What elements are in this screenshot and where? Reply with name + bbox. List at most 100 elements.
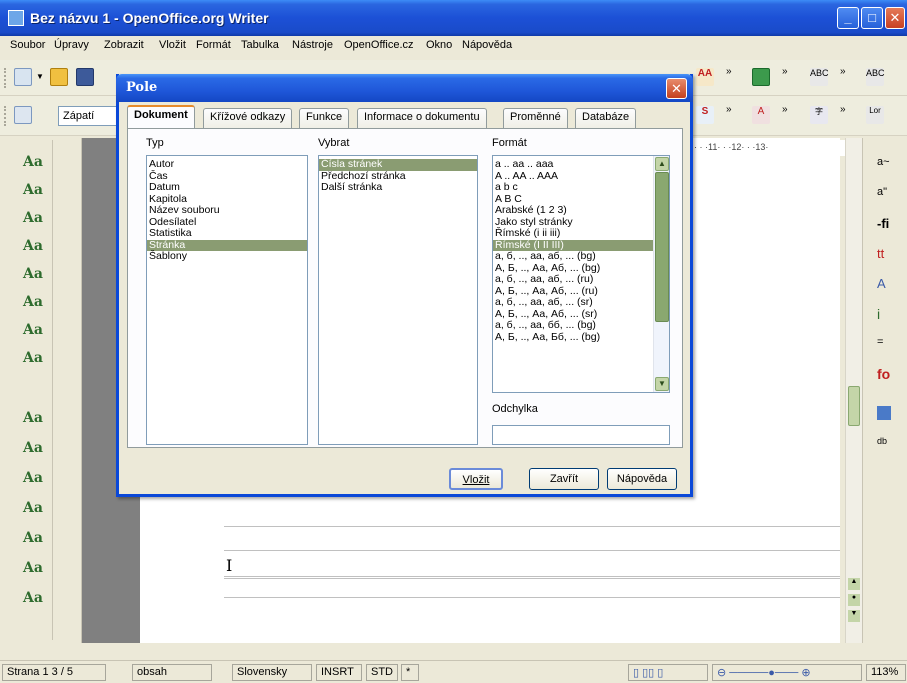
menu-format[interactable]: Formát (192, 36, 235, 54)
navigator-icon[interactable]: ● (848, 594, 860, 606)
overflow-chevron-icon[interactable]: » (726, 104, 732, 115)
list-item[interactable]: а, б, .., аа, аб, ... (bg) (493, 250, 669, 263)
tab-promenne[interactable]: Proměnné (503, 108, 568, 128)
list-item[interactable]: Datum (147, 181, 307, 194)
list-item[interactable]: a .. aa .. aaa (493, 158, 669, 171)
style-aa-icon[interactable]: Aa (23, 530, 45, 552)
new-document-icon[interactable] (14, 68, 32, 86)
style-aa-icon[interactable]: Aa (23, 154, 45, 176)
overflow-chevron-icon[interactable]: » (782, 66, 788, 77)
list-item[interactable]: а, б, .., аа, бб, ... (bg) (493, 319, 669, 332)
menu-napoveda[interactable]: Nápověda (458, 36, 516, 54)
tab-krizove-odkazy[interactable]: Křížové odkazy (203, 108, 293, 128)
style-aa-icon[interactable]: Aa (23, 470, 45, 492)
font-color-icon[interactable]: AA (696, 68, 714, 86)
menu-okno[interactable]: Okno (422, 36, 456, 54)
toolbar-grip[interactable] (4, 68, 7, 88)
list-item[interactable]: Šablony (147, 250, 307, 263)
style-aa-icon[interactable]: Aa (23, 322, 45, 344)
list-item[interactable]: Název souboru (147, 204, 307, 217)
close-button[interactable]: Zavřít (529, 468, 599, 490)
dialog-close-button[interactable]: ✕ (666, 78, 687, 99)
list-item-selected[interactable]: Čísla stránek (319, 158, 477, 171)
maximize-button[interactable]: □ (861, 7, 883, 29)
index-icon[interactable] (877, 406, 891, 420)
page-indicator[interactable]: Strana 1 3 / 5 (2, 664, 106, 681)
paragraph-style-box[interactable]: Zápatí (58, 106, 118, 126)
database-icon[interactable]: db (877, 436, 887, 446)
image-icon[interactable] (752, 68, 770, 86)
odchylka-input[interactable] (492, 425, 670, 445)
ligature-icon[interactable]: -fi (877, 216, 889, 231)
tab-informace-o-dokumentu[interactable]: Informace o dokumentu (357, 108, 487, 128)
list-item[interactable]: Další stránka (319, 181, 477, 194)
scroll-thumb[interactable] (848, 386, 860, 426)
selection-mode[interactable]: STD (366, 664, 398, 681)
phonetic-icon[interactable]: 字 (810, 106, 828, 124)
superscript-icon[interactable]: a~ (877, 156, 890, 168)
page-style[interactable]: obsah (132, 664, 212, 681)
style-aa-icon[interactable]: Aa (23, 500, 45, 522)
vybrat-list[interactable]: Čísla stránek Předchozí stránka Další st… (318, 155, 478, 445)
scroll-thumb[interactable] (655, 172, 669, 322)
styles-icon[interactable] (14, 106, 32, 124)
fontwork-icon[interactable]: A (877, 276, 886, 291)
style-aa-icon[interactable]: Aa (23, 238, 45, 260)
tab-funkce[interactable]: Funkce (299, 108, 350, 128)
zoom-slider[interactable]: ⊖ ─────●─── ⊕ (712, 664, 862, 681)
menu-zobrazit[interactable]: Zobrazit (100, 36, 148, 54)
overflow-chevron-icon[interactable]: » (726, 66, 732, 77)
style-aa-icon[interactable]: Aa (23, 182, 45, 204)
scroll-down-icon[interactable]: ▼ (655, 377, 669, 391)
style-aa-icon[interactable]: Aa (23, 410, 45, 432)
tab-dokument[interactable]: Dokument (127, 105, 195, 129)
list-item[interactable]: А, Б, .., Аа, Бб, ... (bg) (493, 331, 669, 344)
previous-page-icon[interactable]: ▲ (848, 578, 860, 590)
menu-upravy[interactable]: Úpravy (50, 36, 93, 54)
vertical-scrollbar[interactable]: ▲ ● ▼ (845, 138, 862, 643)
style-aa-icon[interactable]: Aa (23, 440, 45, 462)
open-folder-icon[interactable] (50, 68, 68, 86)
list-item[interactable]: A .. AA .. AAA (493, 170, 669, 183)
menu-vlozit[interactable]: Vložit (155, 36, 190, 54)
formula-icon[interactable]: fo (877, 366, 890, 382)
zoom-level[interactable]: 113% (866, 664, 906, 681)
character-icon[interactable]: A (752, 106, 770, 124)
format-scrollbar[interactable]: ▲ ▼ (653, 156, 669, 392)
list-item[interactable]: а, б, .., аа, аб, ... (ru) (493, 273, 669, 286)
insert-mode[interactable]: INSRT (316, 664, 362, 681)
list-item[interactable]: Arabské (1 2 3) (493, 204, 669, 217)
typ-list[interactable]: Autor Čas Datum Kapitola Název souboru O… (146, 155, 308, 445)
spellcheck-icon[interactable]: ABC (810, 68, 829, 86)
menu-tabulka[interactable]: Tabulka (237, 36, 283, 54)
style-aa-icon[interactable]: Aa (23, 560, 45, 582)
font-color-icon[interactable]: S (696, 106, 714, 124)
subscript-icon[interactable]: a" (877, 186, 887, 198)
text-icon[interactable]: = (877, 336, 883, 348)
tab-databaze[interactable]: Databáze (575, 108, 637, 128)
text-attributes-icon[interactable]: tt (877, 246, 884, 261)
list-item[interactable]: Římské (i ii iii) (493, 227, 669, 240)
format-list[interactable]: a .. aa .. aaa A .. AA .. AAA a b c A B … (492, 155, 670, 393)
language[interactable]: Slovensky (232, 664, 312, 681)
style-aa-icon[interactable]: Aa (23, 210, 45, 232)
close-window-button[interactable]: ✕ (885, 7, 905, 29)
style-aa-icon[interactable]: Aa (23, 350, 45, 372)
style-aa-icon[interactable]: Aa (23, 266, 45, 288)
help-button[interactable]: Nápověda (607, 468, 677, 490)
list-item[interactable]: Autor (147, 158, 307, 171)
text-direction-icon[interactable]: Lor (866, 106, 884, 124)
autocorrect-icon[interactable]: ABC (866, 68, 885, 86)
list-item[interactable]: Statistika (147, 227, 307, 240)
dropdown-arrow-icon[interactable]: ▼ (36, 72, 44, 81)
scroll-up-icon[interactable]: ▲ (655, 157, 669, 171)
menu-openoffice-cz[interactable]: OpenOffice.cz (340, 36, 418, 54)
footer-area[interactable] (224, 576, 840, 598)
overflow-chevron-icon[interactable]: » (840, 104, 846, 115)
overflow-chevron-icon[interactable]: » (840, 66, 846, 77)
list-item[interactable]: а, б, .., аа, аб, ... (sr) (493, 296, 669, 309)
minimize-button[interactable]: _ (837, 7, 859, 29)
overflow-chevron-icon[interactable]: » (782, 104, 788, 115)
list-item[interactable]: a b c (493, 181, 669, 194)
save-icon[interactable] (76, 68, 94, 86)
